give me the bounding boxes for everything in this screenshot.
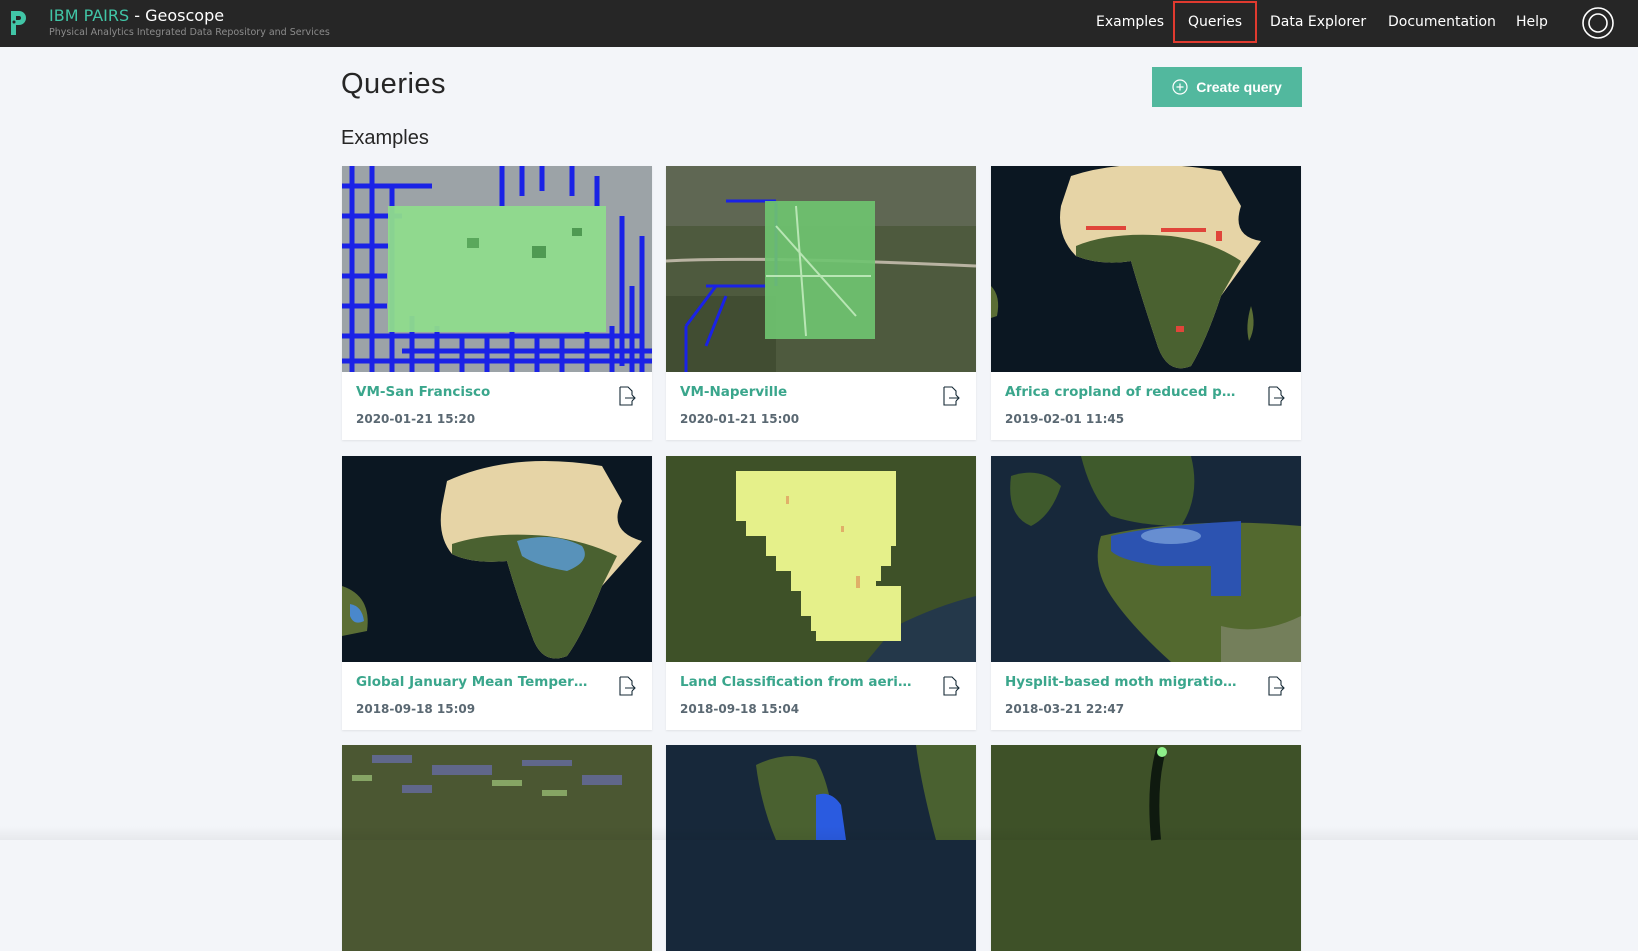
- query-date: 2018-03-21 22:47: [1005, 702, 1125, 716]
- query-thumbnail[interactable]: [666, 456, 976, 662]
- query-card-info: Land Classification from aerial im... 20…: [666, 662, 976, 730]
- create-query-label: Create query: [1196, 79, 1282, 95]
- brand-product: Geoscope: [145, 6, 225, 25]
- brand-title: IBM PAIRS - Geoscope: [49, 6, 330, 26]
- query-thumbnail[interactable]: [342, 456, 652, 662]
- query-thumbnail[interactable]: [666, 745, 976, 951]
- query-date: 2018-09-18 15:09: [356, 702, 476, 716]
- section-title-examples: Examples: [341, 127, 429, 149]
- query-thumbnail[interactable]: [342, 745, 652, 951]
- nav-queries[interactable]: Queries: [1173, 1, 1257, 43]
- user-avatar-icon[interactable]: [1582, 7, 1614, 39]
- query-card: VM-San Francisco 2020-01-21 15:20: [342, 166, 652, 440]
- query-name-link[interactable]: VM-Naperville: [680, 384, 915, 400]
- query-card: Global January Mean Temperatur... 2018-0…: [342, 456, 652, 730]
- query-date: 2018-09-18 15:04: [680, 702, 800, 716]
- create-query-button[interactable]: Create query: [1152, 67, 1302, 107]
- brand-name: IBM PAIRS: [49, 6, 130, 25]
- query-card: VM-Naperville 2020-01-21 15:00: [666, 166, 976, 440]
- nav-help[interactable]: Help: [1516, 0, 1548, 45]
- pairs-logo-icon[interactable]: [8, 8, 30, 38]
- query-date: 2020-01-21 15:00: [680, 412, 800, 426]
- export-icon[interactable]: [942, 386, 960, 406]
- query-name-link[interactable]: Global January Mean Temperatur...: [356, 674, 591, 690]
- query-date: 2020-01-21 15:20: [356, 412, 476, 426]
- export-icon[interactable]: [942, 676, 960, 696]
- query-thumbnail[interactable]: [991, 456, 1301, 662]
- query-card: Land Classification from aerial im... 20…: [666, 456, 976, 730]
- query-thumbnail[interactable]: [342, 166, 652, 372]
- nav-documentation[interactable]: Documentation: [1388, 0, 1496, 45]
- export-icon[interactable]: [1267, 676, 1285, 696]
- nav-data-explorer[interactable]: Data Explorer: [1270, 0, 1366, 45]
- query-card: Africa cropland of reduced precip... 201…: [991, 166, 1301, 440]
- query-name-link[interactable]: VM-San Francisco: [356, 384, 591, 400]
- query-date: 2019-02-01 11:45: [1005, 412, 1125, 426]
- add-circle-icon: [1172, 79, 1188, 95]
- query-card-info: Africa cropland of reduced precip... 201…: [991, 372, 1301, 440]
- bottom-fade: [0, 826, 1638, 840]
- query-thumbnail[interactable]: [991, 745, 1301, 951]
- nav-examples[interactable]: Examples: [1096, 0, 1164, 45]
- query-card: [666, 745, 976, 951]
- query-thumbnail[interactable]: [666, 166, 976, 372]
- query-card: [342, 745, 652, 951]
- query-name-link[interactable]: Land Classification from aerial im...: [680, 674, 915, 690]
- top-navigation-bar: IBM PAIRS - Geoscope Physical Analytics …: [0, 0, 1638, 47]
- query-card-info: VM-Naperville 2020-01-21 15:00: [666, 372, 976, 440]
- brand-separator: -: [129, 6, 146, 25]
- query-card: [991, 745, 1301, 951]
- export-icon[interactable]: [1267, 386, 1285, 406]
- export-icon[interactable]: [618, 386, 636, 406]
- export-icon[interactable]: [618, 676, 636, 696]
- query-card-info: Global January Mean Temperatur... 2018-0…: [342, 662, 652, 730]
- brand[interactable]: IBM PAIRS - Geoscope Physical Analytics …: [49, 6, 330, 39]
- brand-subtitle: Physical Analytics Integrated Data Repos…: [49, 27, 330, 38]
- query-thumbnail[interactable]: [991, 166, 1301, 372]
- page-title: Queries: [341, 68, 447, 100]
- query-card-info: Hysplit-based moth migration for... 2018…: [991, 662, 1301, 730]
- query-name-link[interactable]: Hysplit-based moth migration for...: [1005, 674, 1240, 690]
- query-card: Hysplit-based moth migration for... 2018…: [991, 456, 1301, 730]
- query-name-link[interactable]: Africa cropland of reduced precip...: [1005, 384, 1240, 400]
- query-card-info: VM-San Francisco 2020-01-21 15:20: [342, 372, 652, 440]
